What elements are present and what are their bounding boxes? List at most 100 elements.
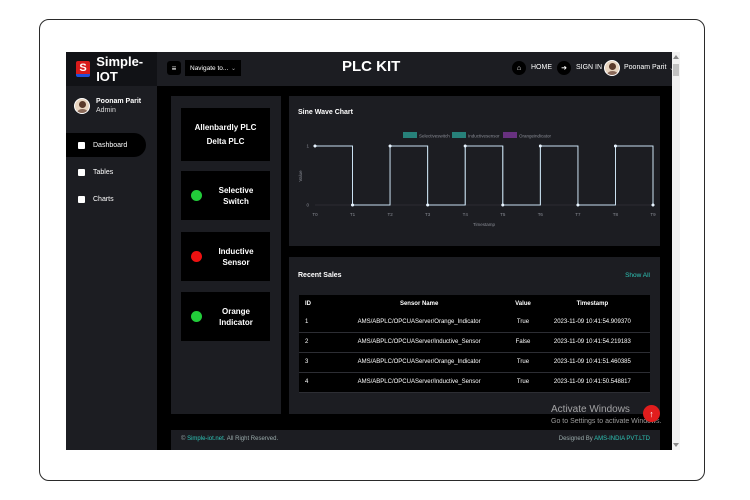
x-tick-label: T8	[613, 212, 619, 217]
y-axis-label: Value	[298, 170, 303, 182]
navigate-select[interactable]: Navigate to... ⌄	[185, 60, 241, 76]
table-row[interactable]: 4 AMS/ABPLC/OPCUAServer/Inductive_Sensor…	[299, 372, 650, 393]
legend-swatch	[403, 132, 417, 138]
sidebar-item-tables[interactable]: Tables	[66, 160, 157, 184]
sales-table: ID Sensor Name Value Timestamp 1 AMS/ABP…	[299, 295, 650, 393]
data-point	[313, 144, 317, 148]
sign-in-link[interactable]: SIGN IN	[576, 64, 602, 71]
status-indicator-icon	[191, 311, 202, 322]
column-header[interactable]: Value	[511, 295, 534, 312]
x-tick-label: T3	[425, 212, 431, 217]
x-axis-label: Timestamp	[473, 222, 496, 227]
cell-sensor: AMS/ABPLC/OPCUAServer/Orange_Indicator	[327, 352, 512, 373]
dashboard-icon	[78, 141, 85, 149]
show-all-link[interactable]: Show All	[625, 272, 650, 279]
x-tick-label: T6	[538, 212, 544, 217]
data-point	[426, 203, 430, 207]
legend-label: Selectiveswitch	[419, 134, 450, 139]
sine-wave-chart: Selectiveswitch Inductivesensor Orangeindi…	[298, 132, 656, 227]
profile-role: Admin	[96, 107, 116, 114]
footer: © Simple-iot.net. All Right Reserved. De…	[171, 430, 660, 450]
scroll-down-icon[interactable]	[673, 443, 679, 447]
user-menu[interactable]: Poonam Parit	[624, 64, 666, 71]
device-label: Orange	[221, 306, 250, 316]
chart-icon	[78, 195, 85, 203]
inductive-sensor-card: Inductive Sensor	[181, 232, 270, 281]
cell-id: 2	[299, 332, 327, 353]
y-tick-label: 1	[306, 144, 309, 149]
navigate-select-label: Navigate to...	[190, 64, 229, 72]
legend-swatch	[452, 132, 466, 138]
back-to-top-button[interactable]: ↑	[643, 405, 660, 422]
data-point	[388, 144, 392, 148]
chevron-down-icon: ⌄	[230, 65, 236, 72]
table-row[interactable]: 3 AMS/ABPLC/OPCUAServer/Orange_Indicator…	[299, 352, 650, 373]
home-icon[interactable]: ⌂	[512, 61, 526, 75]
status-indicator-icon	[191, 190, 202, 201]
device-label: Sensor	[222, 257, 250, 267]
chart-axes: Value Timestamp	[298, 170, 653, 227]
brand[interactable]: S Simple-IOT	[66, 52, 157, 86]
x-tick-label: T0	[312, 212, 318, 217]
sidebar-item-dashboard[interactable]: Dashboard	[66, 133, 146, 157]
x-tick-label: T9	[650, 212, 656, 217]
topbar: ≡ Navigate to... ⌄ PLC KIT ⌂ HOME ➜ SIGN…	[157, 52, 680, 86]
sidebar-item-charts[interactable]: Charts	[66, 187, 157, 211]
device-label: Switch	[223, 196, 249, 206]
cell-sensor: AMS/ABPLC/OPCUAServer/Inductive_Sensor	[327, 332, 512, 353]
brand-logo-icon: S	[76, 61, 91, 77]
sign-in-icon[interactable]: ➜	[557, 61, 571, 75]
cell-timestamp: 2023-11-09 10:41:50.548817	[534, 372, 650, 393]
device-panel: Allenbardly PLC Delta PLC Selective Swit…	[171, 96, 281, 414]
data-point	[614, 144, 617, 148]
data-point	[351, 203, 354, 207]
profile-name: Poonam Parit	[96, 98, 142, 105]
data-point	[463, 144, 467, 148]
device-label: Inductive	[218, 246, 254, 256]
footer-designed-by: Designed By AMS-INDIA PVT.LTD	[559, 436, 650, 442]
avatar	[74, 98, 90, 114]
x-tick-label: T4	[463, 212, 469, 217]
table-row[interactable]: 1 AMS/ABPLC/OPCUAServer/Orange_Indicator…	[299, 312, 650, 333]
sidebar: S Simple-IOT Poonam Parit Admin Dashboar…	[66, 52, 157, 450]
plc-label-1: Allenbardly PLC	[194, 122, 257, 132]
cell-id: 4	[299, 372, 327, 393]
scroll-up-icon[interactable]	[673, 55, 679, 59]
table-row[interactable]: 2 AMS/ABPLC/OPCUAServer/Inductive_Sensor…	[299, 332, 650, 353]
data-point	[651, 203, 655, 207]
cell-timestamp: 2023-11-09 10:41:54.909370	[534, 312, 650, 333]
orange-indicator-card: Orange Indicator	[181, 292, 270, 341]
chart-panel: Sine Wave Chart Selectiveswitch Inductive…	[289, 96, 660, 246]
cell-value: True	[511, 312, 535, 333]
cell-sensor: AMS/ABPLC/OPCUAServer/Inductive_Sensor	[327, 372, 512, 393]
home-link[interactable]: HOME	[531, 64, 552, 71]
data-point	[576, 203, 580, 207]
column-header[interactable]: Sensor Name	[327, 295, 511, 312]
copyright-link[interactable]: Simple-iot.net	[187, 436, 224, 442]
cell-id: 3	[299, 352, 327, 373]
column-header[interactable]: ID	[299, 295, 327, 312]
cell-value: True	[511, 352, 535, 373]
scrollbar[interactable]	[672, 52, 680, 450]
plc-label-2: Delta PLC	[206, 136, 245, 146]
user-avatar[interactable]	[604, 60, 620, 76]
selective-switch-card: Selective Switch	[181, 171, 270, 220]
recent-sales-panel: Recent Sales Show All ID Sensor Name Val…	[289, 257, 660, 414]
scroll-thumb[interactable]	[673, 64, 679, 76]
designed-by-text: Designed By	[558, 436, 595, 442]
sidebar-item-label: Dashboard	[93, 141, 128, 149]
copyright-text: . All Right Reserved.	[223, 436, 279, 442]
data-point	[501, 203, 505, 207]
table-icon	[78, 168, 85, 176]
sidebar-profile: Poonam Parit Admin	[74, 98, 141, 114]
legend-swatch	[503, 132, 517, 138]
device-label: Selective	[218, 185, 254, 195]
series-line	[315, 145, 654, 206]
cell-id: 1	[299, 312, 327, 333]
y-tick-label: 0	[306, 203, 309, 208]
cell-value: True	[511, 372, 535, 393]
menu-toggle-button[interactable]: ≡	[167, 61, 181, 75]
designer-link[interactable]: AMS-INDIA PVT.LTD	[594, 436, 650, 442]
page-title: PLC KIT	[342, 58, 401, 75]
column-header[interactable]: Timestamp	[535, 295, 650, 312]
